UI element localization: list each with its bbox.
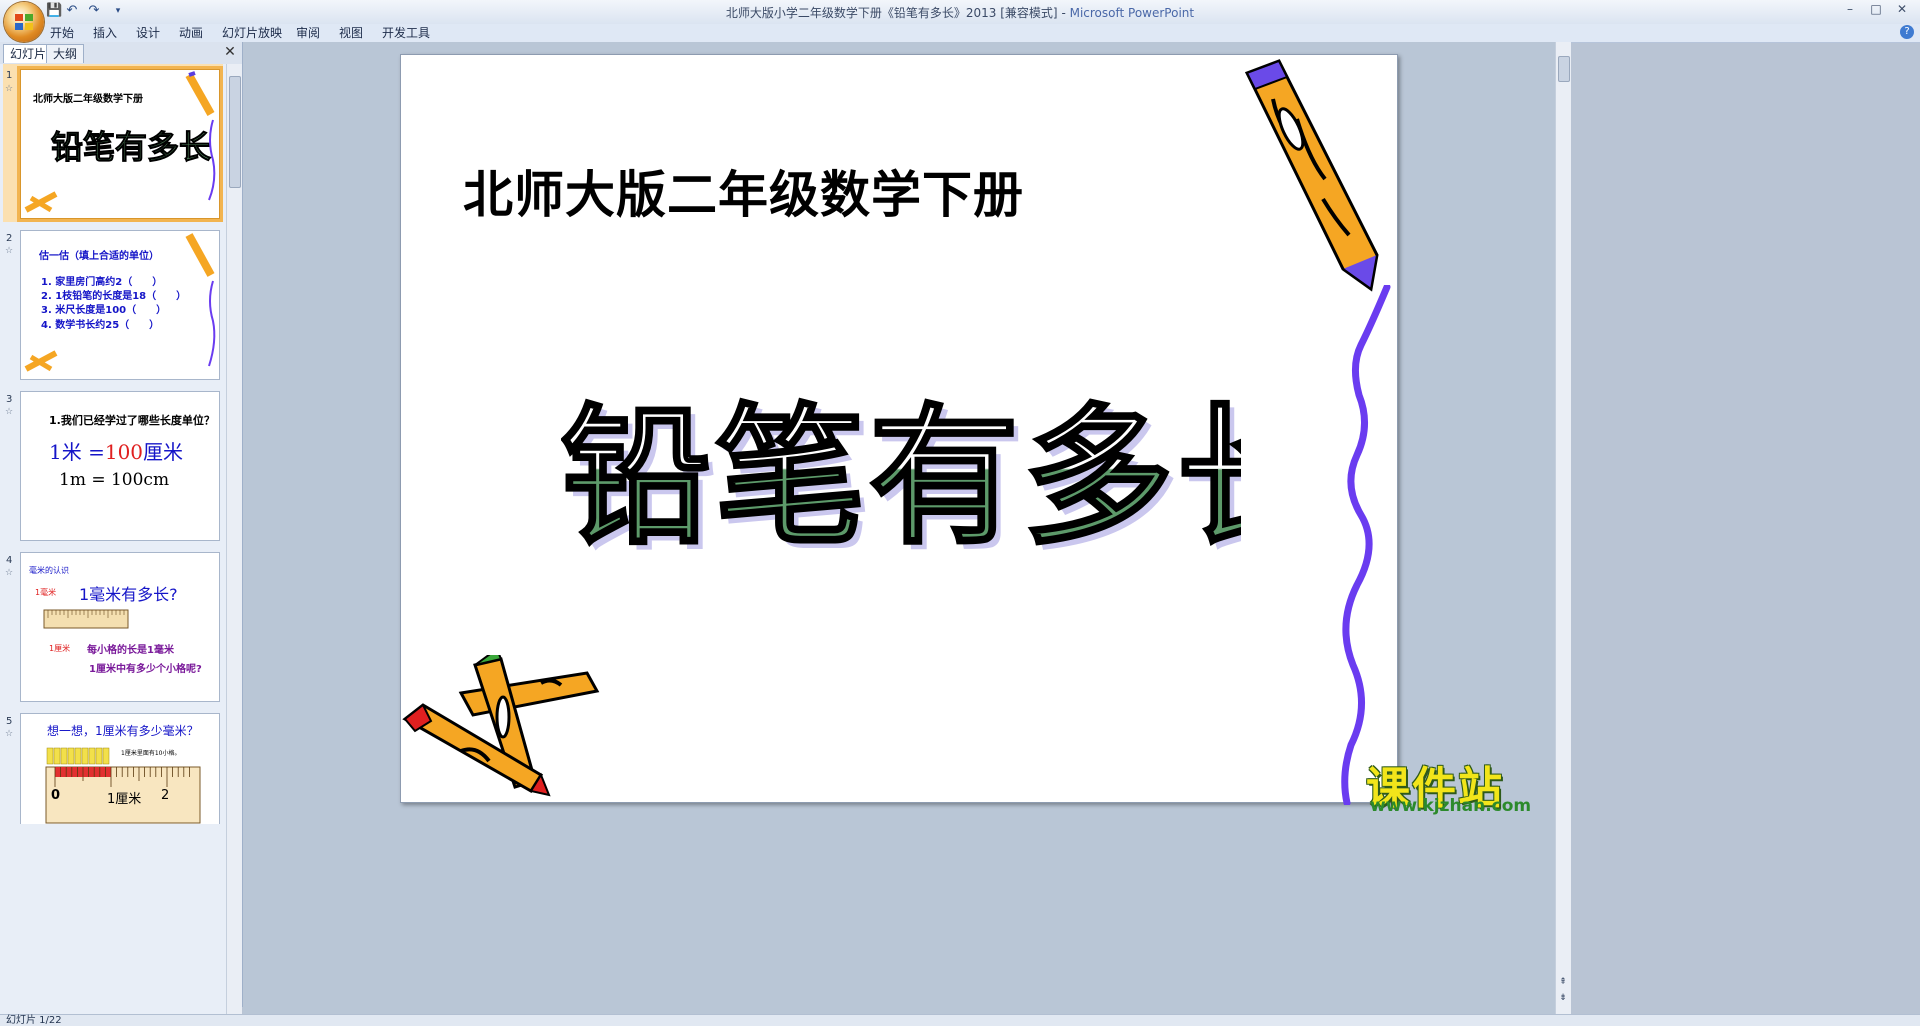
thumb-mm-label: 1毫米 <box>35 588 57 597</box>
slide-number: 1 <box>6 70 13 81</box>
tab-animation[interactable]: 动画 <box>179 25 203 41</box>
ruler-label: 2 <box>161 788 170 803</box>
thumb-cm-label: 1厘米 <box>49 644 71 653</box>
thumb-wordart: 铅笔有多长 <box>51 128 211 166</box>
slide-number: 4 <box>6 555 13 566</box>
site-watermark: 课件站 www.kjzhan.com <box>1360 752 1560 822</box>
squiggle-decoration <box>1341 285 1391 805</box>
ruler-label: 1厘米 <box>107 792 142 807</box>
previous-slide-icon[interactable]: ⇞ <box>1557 976 1569 988</box>
animation-star-icon: ☆ <box>5 729 14 739</box>
watermark-url: www.kjzhan.com <box>1370 796 1532 816</box>
window-title: 北师大版小学二年级数学下册《铅笔有多长》2013 [兼容模式] - Micros… <box>500 4 1420 21</box>
thumb-equation: 1米 =100厘米 <box>49 436 183 465</box>
thumb-head: 1毫米有多长? <box>79 585 178 604</box>
thumb-label: 毫米的认识 <box>29 566 69 575</box>
office-button[interactable] <box>4 2 44 42</box>
crossed-pencils-icon <box>402 655 600 797</box>
app-name: Microsoft PowerPoint <box>1069 6 1195 20</box>
slide-title[interactable]: 北师大版二年级数学下册 <box>463 155 1024 227</box>
status-bar <box>0 1014 1920 1026</box>
eq-part: 厘米 <box>143 440 184 464</box>
ruler-icon <box>43 609 129 629</box>
tab-review[interactable]: 审阅 <box>296 25 320 41</box>
thumb-head: 想一想，1厘米有多少毫米？ <box>47 724 199 738</box>
tab-insert[interactable]: 插入 <box>93 25 117 41</box>
animation-star-icon: ☆ <box>5 407 14 417</box>
minimize-button[interactable]: – <box>1838 2 1862 18</box>
slide-thumbnail-1[interactable]: 北师大版二年级数学下册 铅笔有多长 <box>20 69 220 219</box>
redo-icon[interactable]: ↷ <box>86 3 102 19</box>
slide-thumbnail-2[interactable]: 估一估（填上合适的单位） 1. 家里房门高约2（ ） 2. 1枝铅笔的长度是18… <box>20 230 220 380</box>
slide-thumbnail-3[interactable]: 1.我们已经学过了哪些长度单位？ 1米 =100厘米 1m = 100cm <box>20 391 220 541</box>
wordart-text: 铅笔有多长 <box>561 389 1241 565</box>
maximize-button[interactable]: □ <box>1864 2 1888 18</box>
tab-view[interactable]: 视图 <box>339 25 363 41</box>
thumb-line: 1厘米中有多少个小格呢? <box>89 664 202 675</box>
eq-part: 100 <box>104 440 144 464</box>
eq-part: 1米 <box>49 440 82 464</box>
tab-design[interactable]: 设计 <box>136 25 160 41</box>
thumb-decor <box>24 233 216 372</box>
thumb-line: 每小格的长是1毫米 <box>87 645 174 656</box>
help-icon[interactable]: ? <box>1900 25 1914 39</box>
document-name: 北师大版小学二年级数学下册《铅笔有多长》2013 [兼容模式] <box>725 6 1058 20</box>
eq-part: = <box>88 440 105 464</box>
slide-number: 3 <box>6 394 13 405</box>
tab-home[interactable]: 开始 <box>50 25 74 41</box>
thumb-question: 1.我们已经学过了哪些长度单位？ <box>49 414 215 427</box>
office-logo-icon <box>15 14 33 30</box>
thumb-note: 1厘米里面有10小格。 <box>121 750 181 757</box>
pencil-clipart-icon <box>1244 59 1379 292</box>
title-separator: - <box>1057 6 1070 20</box>
panel-close-icon[interactable]: ✕ <box>222 44 238 60</box>
tab-outline[interactable]: 大纲 <box>46 44 85 63</box>
panel-scroll-thumb[interactable] <box>229 76 241 188</box>
tab-developer[interactable]: 开发工具 <box>382 25 430 41</box>
animation-star-icon: ☆ <box>5 84 14 94</box>
next-slide-icon[interactable]: ⇟ <box>1557 992 1569 1004</box>
close-button[interactable]: ✕ <box>1890 2 1914 18</box>
panel-scrollbar[interactable] <box>226 64 242 1014</box>
thumb-art: 铅笔有多长 <box>24 71 216 213</box>
tab-slideshow[interactable]: 幻灯片放映 <box>222 25 282 41</box>
customize-toolbar-icon[interactable]: ▾ <box>110 3 126 19</box>
slide-thumbnail-5[interactable]: 想一想，1厘米有多少毫米？ 1厘米里面有10小格。 0 1厘米 2 <box>20 713 220 824</box>
slide-number: 5 <box>6 716 13 727</box>
slide-thumbnail-4[interactable]: 毫米的认识 1毫米 1毫米有多长? 1厘米 每小格的长是1毫米 1厘米中有多少个… <box>20 552 220 702</box>
save-icon[interactable]: 💾 <box>46 3 62 19</box>
slide-scrollbar[interactable] <box>1555 42 1571 1014</box>
animation-star-icon: ☆ <box>5 246 14 256</box>
ruler-label: 0 <box>51 788 61 803</box>
slide-number: 2 <box>6 233 13 244</box>
wordart-title[interactable]: 铅笔有多长 铅笔有多长 <box>561 335 1241 595</box>
ribbon-tabs <box>0 24 1920 43</box>
undo-icon[interactable]: ↶ <box>64 3 80 19</box>
pencils-icon <box>46 747 110 765</box>
animation-star-icon: ☆ <box>5 568 14 578</box>
thumb-equation-2: 1m = 100cm <box>59 470 170 490</box>
current-slide[interactable]: 北师大版二年级数学下册 铅笔有多长 铅笔有多长 <box>400 54 1398 805</box>
slide-scroll-thumb[interactable] <box>1558 56 1570 82</box>
